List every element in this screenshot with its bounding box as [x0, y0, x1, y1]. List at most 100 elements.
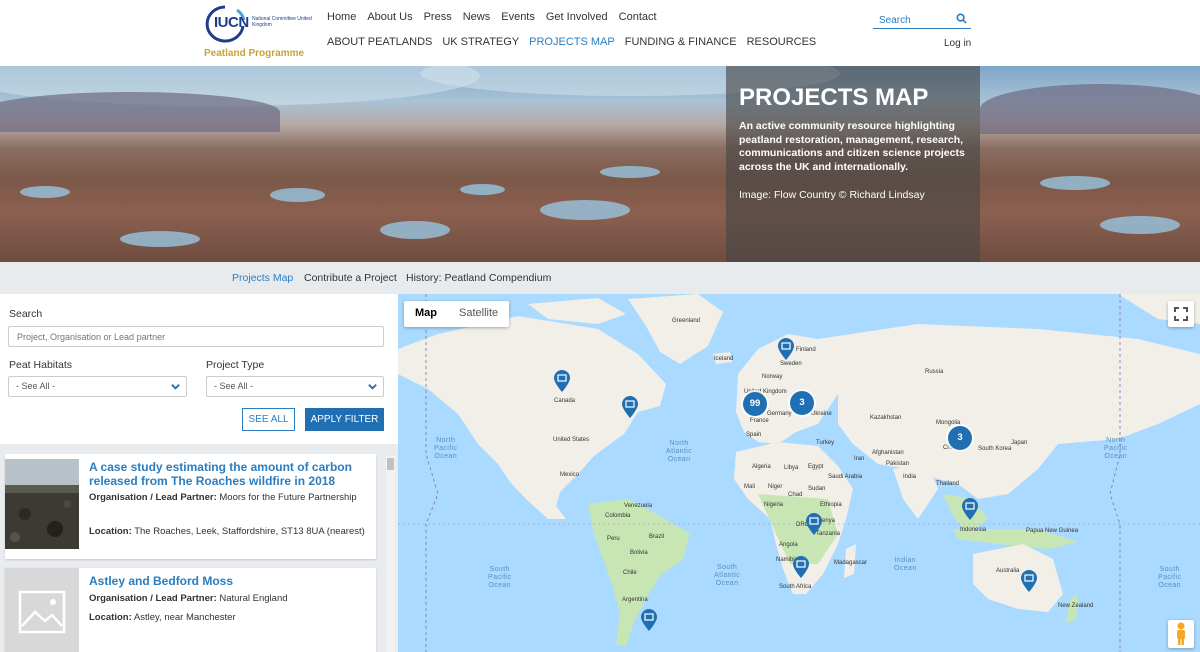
- country-label: New Zealand: [1058, 603, 1094, 609]
- header-search: [873, 10, 971, 29]
- result-thumbnail: [5, 459, 79, 549]
- hero-pool: [600, 166, 660, 178]
- satellite-view-button[interactable]: Satellite: [448, 301, 509, 327]
- project-type-label: Project Type: [206, 359, 265, 371]
- subnav-contribute-project[interactable]: Contribute a Project: [304, 272, 397, 284]
- country-label: Thailand: [936, 481, 960, 487]
- project-cluster[interactable]: 3: [790, 391, 814, 415]
- chevron-down-icon: [171, 384, 180, 390]
- country-label: Ethiopia: [820, 502, 842, 508]
- iucn-logo[interactable]: IUCN National Committee United Kingdom P…: [203, 4, 313, 62]
- result-title[interactable]: A case study estimating the amount of ca…: [89, 460, 369, 488]
- site-header: IUCN National Committee United Kingdom P…: [0, 0, 1200, 66]
- nav-events[interactable]: Events: [501, 11, 535, 23]
- country-label: Australia: [996, 568, 1020, 574]
- project-pin-icon[interactable]: [806, 513, 822, 535]
- nav-contact[interactable]: Contact: [619, 11, 657, 23]
- nav-home[interactable]: Home: [327, 11, 356, 23]
- country-label: South Korea: [978, 446, 1012, 452]
- country-label: Algeria: [752, 464, 771, 470]
- country-label: Chile: [623, 570, 637, 576]
- search-icon[interactable]: [956, 13, 967, 24]
- country-label: Mexico: [560, 472, 580, 478]
- country-label: Nigeria: [764, 502, 784, 508]
- logo-org-name: IUCN: [214, 14, 249, 31]
- hero-pool: [120, 231, 200, 247]
- subnav-projects-map[interactable]: Projects Map: [232, 272, 293, 284]
- country-label: Libya: [784, 465, 799, 471]
- result-card[interactable]: Astley and Bedford Moss Organisation / L…: [5, 568, 376, 652]
- hero-hill: [980, 84, 1200, 134]
- subnav-history-compendium[interactable]: History: Peatland Compendium: [406, 272, 551, 284]
- project-pin-icon[interactable]: [962, 498, 978, 520]
- country-label: Afghanistan: [872, 450, 904, 456]
- hero-pool: [20, 186, 70, 198]
- country-label: Kazakhstan: [870, 415, 902, 421]
- land-australia: [973, 544, 1063, 612]
- page-title: PROJECTS MAP: [739, 84, 929, 111]
- country-label: Spain: [746, 432, 762, 438]
- country-label: Indonesia: [960, 527, 987, 533]
- see-all-button[interactable]: SEE ALL: [242, 408, 295, 431]
- nav-about-us[interactable]: About Us: [367, 11, 412, 23]
- country-label: Venezuela: [624, 503, 653, 509]
- project-pin-icon[interactable]: [1021, 570, 1037, 592]
- org-label: Organisation / Lead Partner:: [89, 593, 217, 604]
- country-label: Iceland: [714, 356, 734, 362]
- land-south-america: [588, 499, 690, 646]
- project-pin-icon[interactable]: [641, 609, 657, 631]
- result-organisation: Organisation / Lead Partner: Natural Eng…: [89, 591, 369, 606]
- nav-about-peatlands[interactable]: ABOUT PEATLANDS: [327, 36, 432, 48]
- header-search-input[interactable]: [873, 13, 951, 28]
- project-cluster[interactable]: 99: [743, 392, 767, 416]
- projects-map[interactable]: Greenland Iceland Finland Norway Sweden …: [398, 294, 1200, 652]
- nav-press[interactable]: Press: [424, 11, 452, 23]
- country-label: Sweden: [780, 361, 802, 367]
- apply-filter-button[interactable]: APPLY FILTER: [305, 408, 384, 431]
- scrollbar-thumb[interactable]: [387, 458, 394, 470]
- hero-pool: [540, 200, 630, 220]
- country-label: Argentina: [622, 597, 648, 603]
- country-label: Papua New Guinea: [1026, 528, 1079, 534]
- main-nav: ABOUT PEATLANDS UK STRATEGY PROJECTS MAP…: [327, 36, 826, 48]
- fullscreen-button[interactable]: [1168, 301, 1194, 327]
- project-pin-icon[interactable]: [778, 338, 794, 360]
- project-type-value: - See All -: [214, 381, 254, 391]
- country-label: Finland: [796, 347, 816, 353]
- project-pin-icon[interactable]: [554, 370, 570, 392]
- result-location: Location: The Roaches, Leek, Staffordshi…: [89, 524, 369, 539]
- project-pin-icon[interactable]: [793, 556, 809, 578]
- hero-pool: [1100, 216, 1180, 234]
- country-label: Canada: [554, 398, 576, 404]
- map-view-button[interactable]: Map: [404, 301, 448, 327]
- street-view-button[interactable]: [1168, 620, 1194, 648]
- country-label: Japan: [1011, 440, 1028, 446]
- ocean-label: Indian Ocean: [894, 557, 917, 572]
- nav-uk-strategy[interactable]: UK STRATEGY: [442, 36, 519, 48]
- project-type-select[interactable]: - See All -: [206, 376, 384, 397]
- project-search-input[interactable]: [8, 326, 384, 347]
- ocean-label: South Pacific Ocean: [1158, 566, 1182, 589]
- project-cluster[interactable]: 3: [948, 426, 972, 450]
- country-label: Ukraine: [811, 411, 832, 417]
- nav-projects-map[interactable]: PROJECTS MAP: [529, 36, 615, 48]
- nav-news[interactable]: News: [463, 11, 491, 23]
- hero-banner: PROJECTS MAP An active community resourc…: [0, 66, 1200, 262]
- result-card[interactable]: A case study estimating the amount of ca…: [5, 454, 376, 559]
- nav-funding-finance[interactable]: FUNDING & FINANCE: [625, 36, 737, 48]
- nav-resources[interactable]: RESOURCES: [747, 36, 817, 48]
- result-organisation: Organisation / Lead Partner: Moors for t…: [89, 490, 369, 505]
- location-value: Astley, near Manchester: [133, 612, 236, 623]
- country-label: Saudi Arabia: [828, 474, 863, 480]
- hero-pool: [270, 188, 325, 202]
- login-link[interactable]: Log in: [944, 38, 971, 49]
- peat-habitats-select[interactable]: - See All -: [8, 376, 187, 397]
- results-scrollbar[interactable]: [386, 456, 395, 652]
- peat-habitats-label: Peat Habitats: [9, 359, 73, 371]
- nav-get-involved[interactable]: Get Involved: [546, 11, 608, 23]
- results-list: A case study estimating the amount of ca…: [0, 444, 398, 652]
- org-value: Natural England: [219, 593, 288, 604]
- result-title[interactable]: Astley and Bedford Moss: [89, 574, 369, 589]
- project-pin-icon[interactable]: [622, 396, 638, 418]
- country-label: India: [903, 474, 917, 480]
